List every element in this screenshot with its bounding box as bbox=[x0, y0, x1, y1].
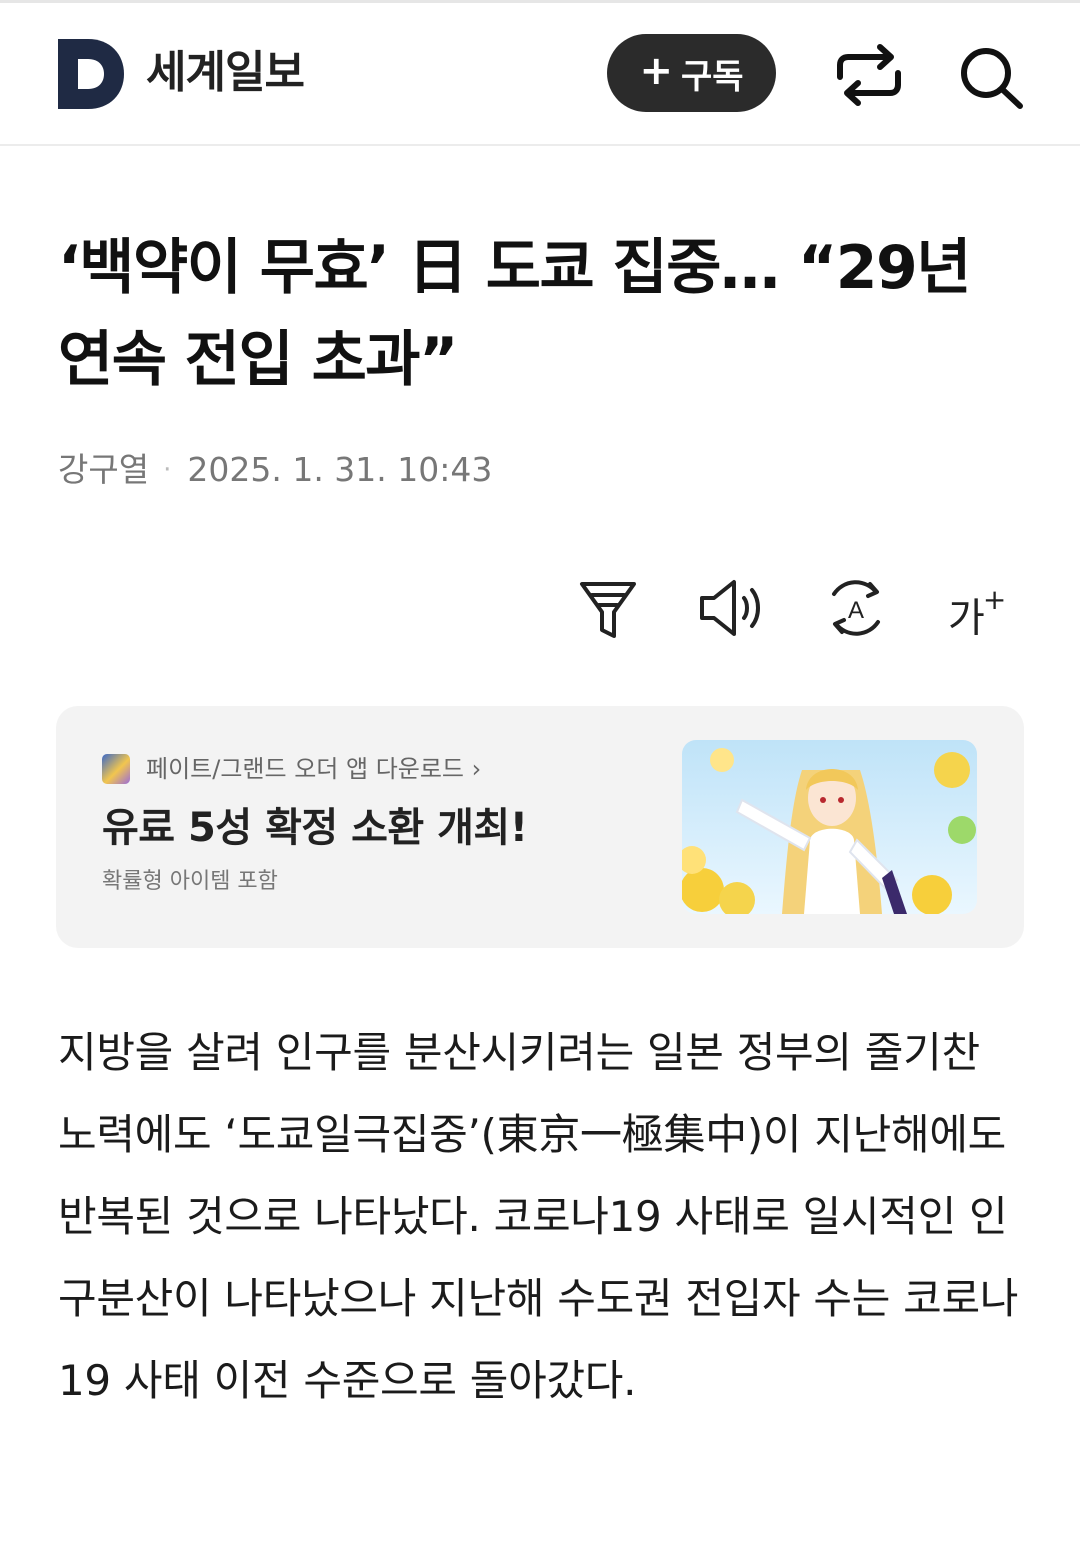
translate-icon[interactable]: A bbox=[824, 578, 888, 638]
ad-subtitle: 확률형 아이템 포함 bbox=[102, 869, 278, 894]
translate-letter: A bbox=[848, 597, 864, 624]
ad-source-link[interactable]: 페이트/그랜드 오더 앱 다운로드 › bbox=[146, 752, 481, 786]
ad-title[interactable]: 유료 5성 확정 소환 개최! bbox=[102, 802, 528, 854]
share-icon[interactable] bbox=[834, 43, 904, 107]
netmarble-app-icon bbox=[102, 754, 130, 784]
search-icon[interactable] bbox=[956, 43, 1028, 111]
subscribe-label: 구독 bbox=[680, 56, 744, 97]
font-size-label: 가 bbox=[948, 595, 985, 642]
article-body: 지방을 살려 인구를 분산시키려는 일본 정부의 줄기찬 노력에도 ‘도쿄일극집… bbox=[58, 1028, 1019, 1405]
font-size-icon[interactable]: 가+ bbox=[948, 578, 1018, 642]
article-headline: ‘백약이 무효’ 日 도쿄 집중… “29년 연속 전입 초과” bbox=[58, 233, 971, 395]
brand-name[interactable]: 세계일보 bbox=[146, 45, 305, 101]
author-name[interactable]: 강구열 bbox=[58, 447, 149, 493]
publish-datetime: 2025. 1. 31. 10:43 bbox=[187, 450, 493, 489]
site-header: 세계일보 + 구독 bbox=[0, 3, 1080, 146]
byline: 강구열 · 2025. 1. 31. 10:43 bbox=[58, 447, 492, 493]
byline-separator: · bbox=[163, 455, 172, 485]
ad-image[interactable] bbox=[682, 740, 977, 914]
segye-logo-icon[interactable] bbox=[58, 39, 124, 109]
plus-icon: + bbox=[639, 48, 673, 94]
subscribe-button[interactable]: + 구독 bbox=[607, 34, 776, 112]
ad-banner[interactable]: 페이트/그랜드 오더 앱 다운로드 › 유료 5성 확정 소환 개최! 확률형 … bbox=[56, 706, 1024, 948]
font-size-plus: + bbox=[982, 583, 1007, 616]
speaker-icon[interactable] bbox=[698, 578, 766, 638]
filter-icon[interactable] bbox=[578, 578, 638, 642]
